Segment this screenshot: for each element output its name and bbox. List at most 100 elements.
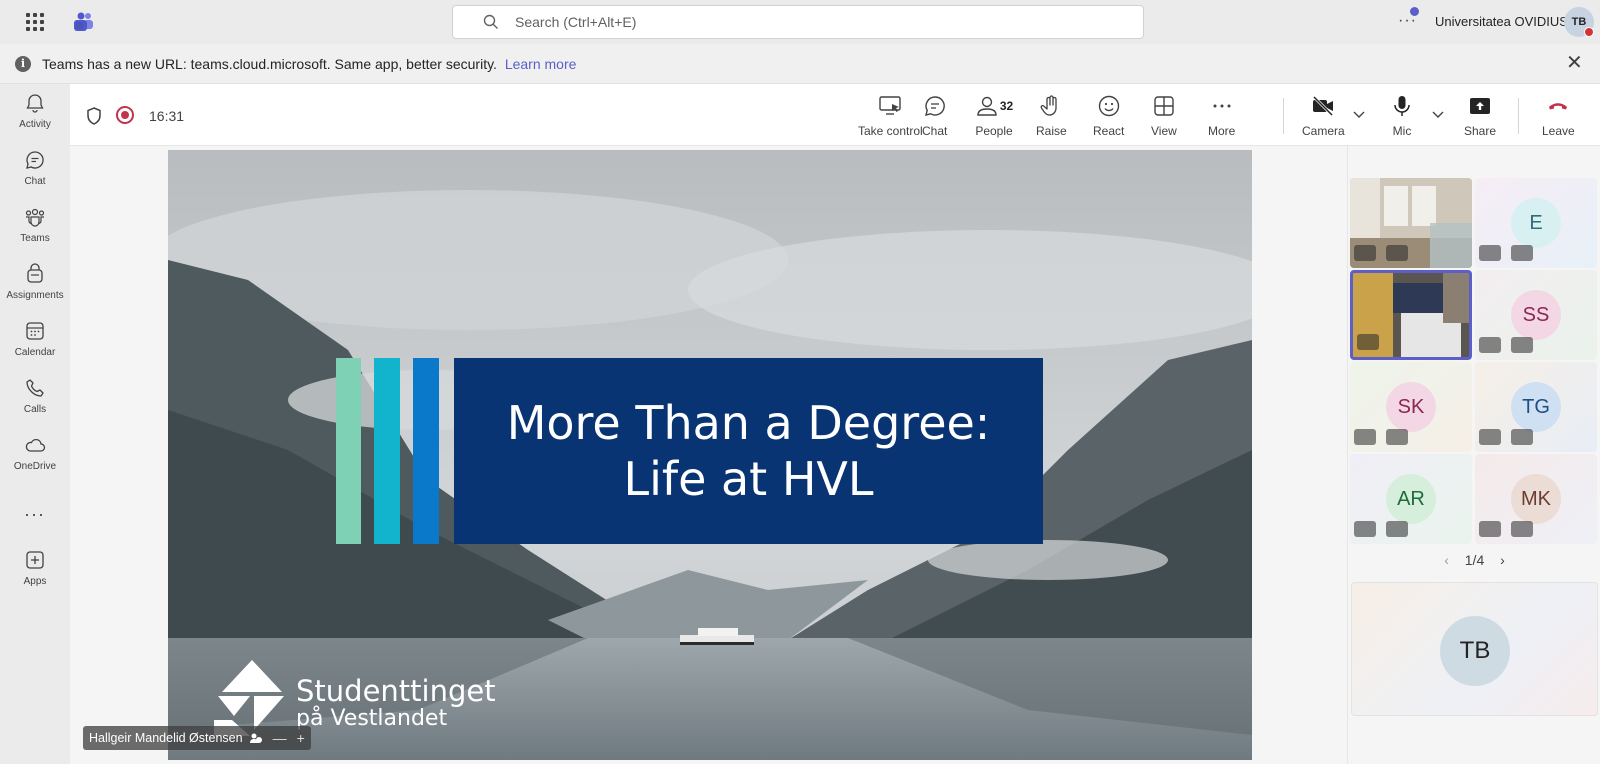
chat-button[interactable]: Chat bbox=[922, 94, 947, 140]
hang-up-icon bbox=[1549, 103, 1568, 110]
calendar-icon bbox=[26, 322, 44, 340]
camera-button[interactable]: Camera bbox=[1302, 94, 1345, 140]
sidebar-item-teams[interactable]: Teams bbox=[0, 206, 70, 260]
mic-off-icon bbox=[1386, 245, 1408, 261]
tile-status-icons bbox=[1354, 521, 1408, 539]
contact-icon bbox=[1479, 429, 1501, 445]
logo-text-line2: på Vestlandet bbox=[296, 706, 448, 731]
info-banner: i Teams has a new URL: teams.cloud.micro… bbox=[0, 44, 1600, 84]
close-icon[interactable]: ✕ bbox=[1566, 53, 1583, 73]
phone-icon bbox=[26, 379, 44, 397]
mic-off-icon bbox=[1386, 521, 1408, 537]
contact-icon bbox=[1479, 337, 1501, 353]
participant-tile[interactable]: SS bbox=[1475, 270, 1597, 360]
self-view-tile[interactable]: TB bbox=[1351, 582, 1598, 716]
plus-box-icon bbox=[26, 551, 44, 569]
teams-icon bbox=[25, 208, 45, 227]
share-label: Share bbox=[1464, 124, 1497, 138]
view-button[interactable]: View bbox=[1151, 94, 1177, 140]
react-button[interactable]: React bbox=[1093, 94, 1124, 140]
presenter-status-icon bbox=[249, 733, 262, 743]
sidebar-item-activity[interactable]: Activity bbox=[0, 92, 70, 146]
leave-button[interactable]: Leave bbox=[1542, 94, 1575, 140]
react-label: React bbox=[1093, 124, 1125, 138]
participant-tile-active[interactable] bbox=[1350, 270, 1472, 360]
participant-tile[interactable]: E bbox=[1475, 178, 1597, 268]
sidebar-item-calendar[interactable]: Calendar bbox=[0, 320, 70, 374]
zoom-out-button[interactable]: — bbox=[273, 730, 287, 746]
share-button[interactable]: Share bbox=[1464, 94, 1496, 140]
contact-icon bbox=[1479, 521, 1501, 537]
meeting-window: 16:31 Take control Chat 32 People Raise … bbox=[70, 84, 1600, 764]
toolbar-divider bbox=[1518, 98, 1519, 134]
participant-tile[interactable]: AR bbox=[1350, 454, 1472, 544]
sidebar-item-assignments[interactable]: Assignments bbox=[0, 263, 70, 317]
avatar: MK bbox=[1511, 474, 1561, 524]
app-launcher-icon[interactable] bbox=[26, 13, 44, 31]
people-button[interactable]: 32 People bbox=[974, 94, 1014, 140]
avatar: TB bbox=[1440, 616, 1510, 686]
take-control-button[interactable]: Take control bbox=[858, 94, 923, 140]
info-icon: i bbox=[15, 56, 31, 72]
avatar: SS bbox=[1511, 290, 1561, 340]
contact-icon bbox=[1354, 429, 1376, 445]
search-placeholder: Search (Ctrl+Alt+E) bbox=[515, 14, 637, 30]
logo-text-line1: Studenttinget bbox=[296, 674, 496, 708]
learn-more-link[interactable]: Learn more bbox=[505, 56, 577, 72]
decorative-bars bbox=[336, 358, 440, 544]
search-icon bbox=[483, 14, 498, 29]
sidebar-item-label: Apps bbox=[23, 576, 47, 587]
recording-icon bbox=[116, 106, 134, 124]
sidebar-item-chat[interactable]: Chat bbox=[0, 149, 70, 203]
chat-icon bbox=[924, 96, 945, 116]
shield-icon[interactable] bbox=[85, 106, 103, 126]
sidebar-item-calls[interactable]: Calls bbox=[0, 377, 70, 431]
pager-next-button[interactable]: › bbox=[1500, 552, 1505, 568]
participant-tile[interactable] bbox=[1350, 178, 1472, 268]
accent-bar bbox=[413, 358, 439, 544]
mic-button[interactable]: Mic bbox=[1390, 94, 1414, 140]
banner-text: Teams has a new URL: teams.cloud.microso… bbox=[42, 56, 497, 72]
tile-status-icons bbox=[1479, 521, 1533, 539]
people-count: 32 bbox=[999, 99, 1014, 113]
camera-label: Camera bbox=[1302, 124, 1345, 138]
raise-label: Raise bbox=[1036, 124, 1067, 138]
more-label: More bbox=[1208, 124, 1236, 138]
tile-status-icons bbox=[1354, 245, 1408, 263]
tile-status-icons bbox=[1479, 429, 1533, 447]
organization-name[interactable]: Universitatea OVIDIUS bbox=[1435, 14, 1568, 29]
slide-title-box: More Than a Degree: Life at HVL bbox=[454, 358, 1043, 544]
sidebar-item-label: Chat bbox=[24, 176, 46, 187]
tile-status-icons bbox=[1357, 334, 1379, 352]
share-icon bbox=[1470, 98, 1491, 114]
take-control-label: Take control bbox=[858, 124, 923, 138]
meeting-toolbar: 16:31 Take control Chat 32 People Raise … bbox=[70, 84, 1600, 146]
participant-tile[interactable]: SK bbox=[1350, 362, 1472, 452]
participant-tile[interactable]: TG bbox=[1475, 362, 1597, 452]
bell-icon bbox=[26, 94, 44, 113]
sidebar-item-label: Assignments bbox=[6, 290, 64, 301]
tile-status-icons bbox=[1354, 429, 1408, 447]
sidebar-item-onedrive[interactable]: OneDrive bbox=[0, 434, 70, 488]
presenter-name: Hallgeir Mandelid Østensen bbox=[89, 731, 243, 745]
presentation-slide: More Than a Degree: Life at HVL Studentt… bbox=[168, 150, 1252, 760]
chat-icon bbox=[26, 151, 44, 169]
raise-hand-button[interactable]: Raise bbox=[1036, 94, 1067, 140]
tile-status-icons bbox=[1479, 337, 1533, 355]
take-control-icon bbox=[879, 96, 902, 115]
pager-prev-button[interactable]: ‹ bbox=[1444, 552, 1449, 568]
grid-view-icon bbox=[1154, 96, 1174, 116]
chevron-down-icon[interactable] bbox=[1432, 111, 1444, 119]
mic-label: Mic bbox=[1392, 124, 1412, 138]
zoom-in-button[interactable]: + bbox=[297, 730, 305, 746]
more-apps-icon[interactable]: ··· bbox=[24, 504, 45, 525]
search-input[interactable]: Search (Ctrl+Alt+E) bbox=[452, 5, 1144, 39]
app-rail: Activity Chat Teams Assignments Calendar… bbox=[0, 84, 70, 764]
more-button[interactable]: More bbox=[1208, 94, 1235, 140]
status-badge bbox=[1584, 27, 1594, 37]
participant-tile[interactable]: MK bbox=[1475, 454, 1597, 544]
contact-icon bbox=[1357, 334, 1379, 350]
chevron-down-icon[interactable] bbox=[1353, 111, 1365, 119]
view-label: View bbox=[1151, 124, 1177, 138]
sidebar-item-apps[interactable]: Apps bbox=[0, 549, 70, 603]
